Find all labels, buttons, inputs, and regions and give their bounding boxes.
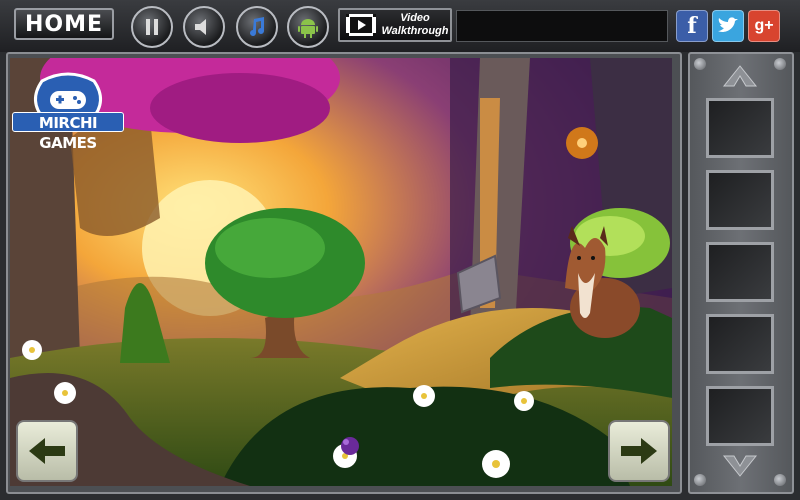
chevron-up-icon [722,65,758,87]
twitter-bird-icon [718,17,738,32]
pause-icon [146,19,158,35]
video-label-line1: Video [400,12,430,24]
home-button[interactable]: HOME [14,8,114,40]
inventory-down-button[interactable] [712,452,768,480]
small-tree-highlight [215,218,325,278]
daisy-flower [514,391,534,411]
nav-left-button[interactable] [16,420,78,482]
inventory-slot-4[interactable] [706,314,774,374]
video-label-line2: Walkthrough [381,25,449,37]
arrow-right-icon [621,438,657,464]
inventory-slot-2[interactable] [706,170,774,230]
trunk-flower-center [577,138,587,148]
film-icon [346,14,376,36]
daisy-flower [413,385,435,407]
video-walkthrough-button[interactable]: Video Walkthrough [338,8,452,42]
music-button[interactable] [236,6,278,48]
daisy-flower [54,382,76,404]
purple-berry-item[interactable] [341,437,359,455]
googleplus-button[interactable]: g+ [748,10,780,42]
video-walkthrough-label: Video Walkthrough [380,12,450,38]
inventory-slot-1[interactable] [706,98,774,158]
inventory-slot-5[interactable] [706,386,774,446]
daisy-flower [482,450,510,478]
screw [694,474,706,486]
screw [694,58,706,70]
logo-text: MIRCHI GAMES [12,112,124,152]
pause-button[interactable] [131,6,173,48]
facebook-button[interactable]: f [676,10,708,42]
screw [774,58,786,70]
android-button[interactable] [287,6,329,48]
twitter-button[interactable] [712,10,744,42]
nav-right-button[interactable] [608,420,670,482]
screw [774,474,786,486]
sound-button[interactable] [183,6,225,48]
chevron-down-icon [722,455,758,477]
message-bar [456,10,668,42]
inventory-up-button[interactable] [712,62,768,90]
pink-canopy-shadow [150,73,330,143]
android-icon [298,19,318,38]
music-note-icon [250,17,264,36]
arrow-left-icon [29,438,65,464]
inventory-slot-3[interactable] [706,242,774,302]
speaker-icon [195,19,206,35]
daisy-flower [22,340,42,360]
